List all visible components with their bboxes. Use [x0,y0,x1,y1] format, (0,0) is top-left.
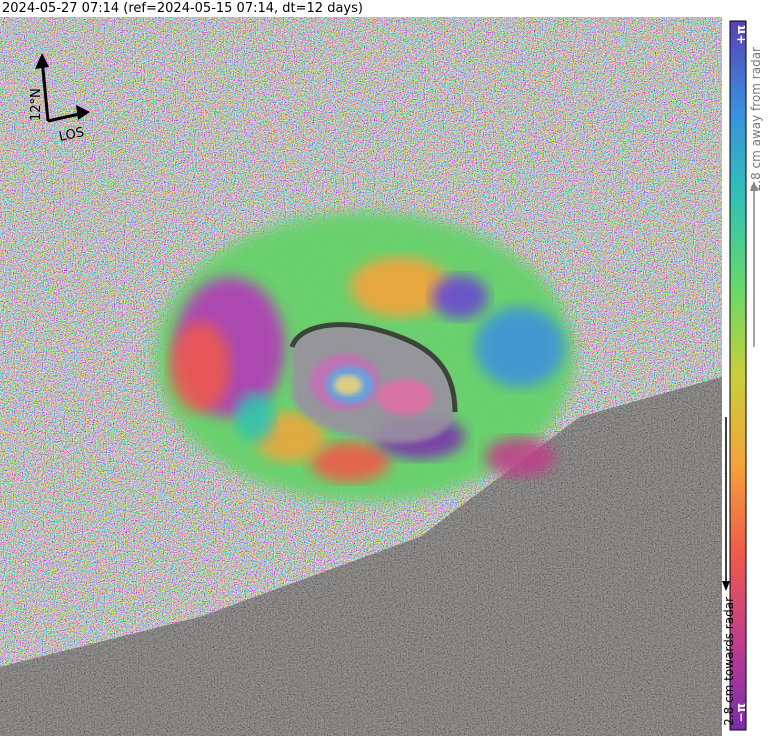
colorbar-bottom-label: −π [734,703,748,723]
north-label: 12°N [29,88,44,121]
colorbar-towards-label: 2.8 cm towards radar [722,597,736,726]
interferogram-map: 12°N LOS [0,17,722,736]
colorbar-away-label: 2.8 cm away from radar [749,47,763,192]
image-title: 2024-05-27 07:14 (ref=2024-05-15 07:14, … [0,0,724,17]
colorbar: +π −π 2.8 cm away from radar 2.8 cm towa… [722,17,769,736]
colorbar-top-label: +π [734,25,748,45]
